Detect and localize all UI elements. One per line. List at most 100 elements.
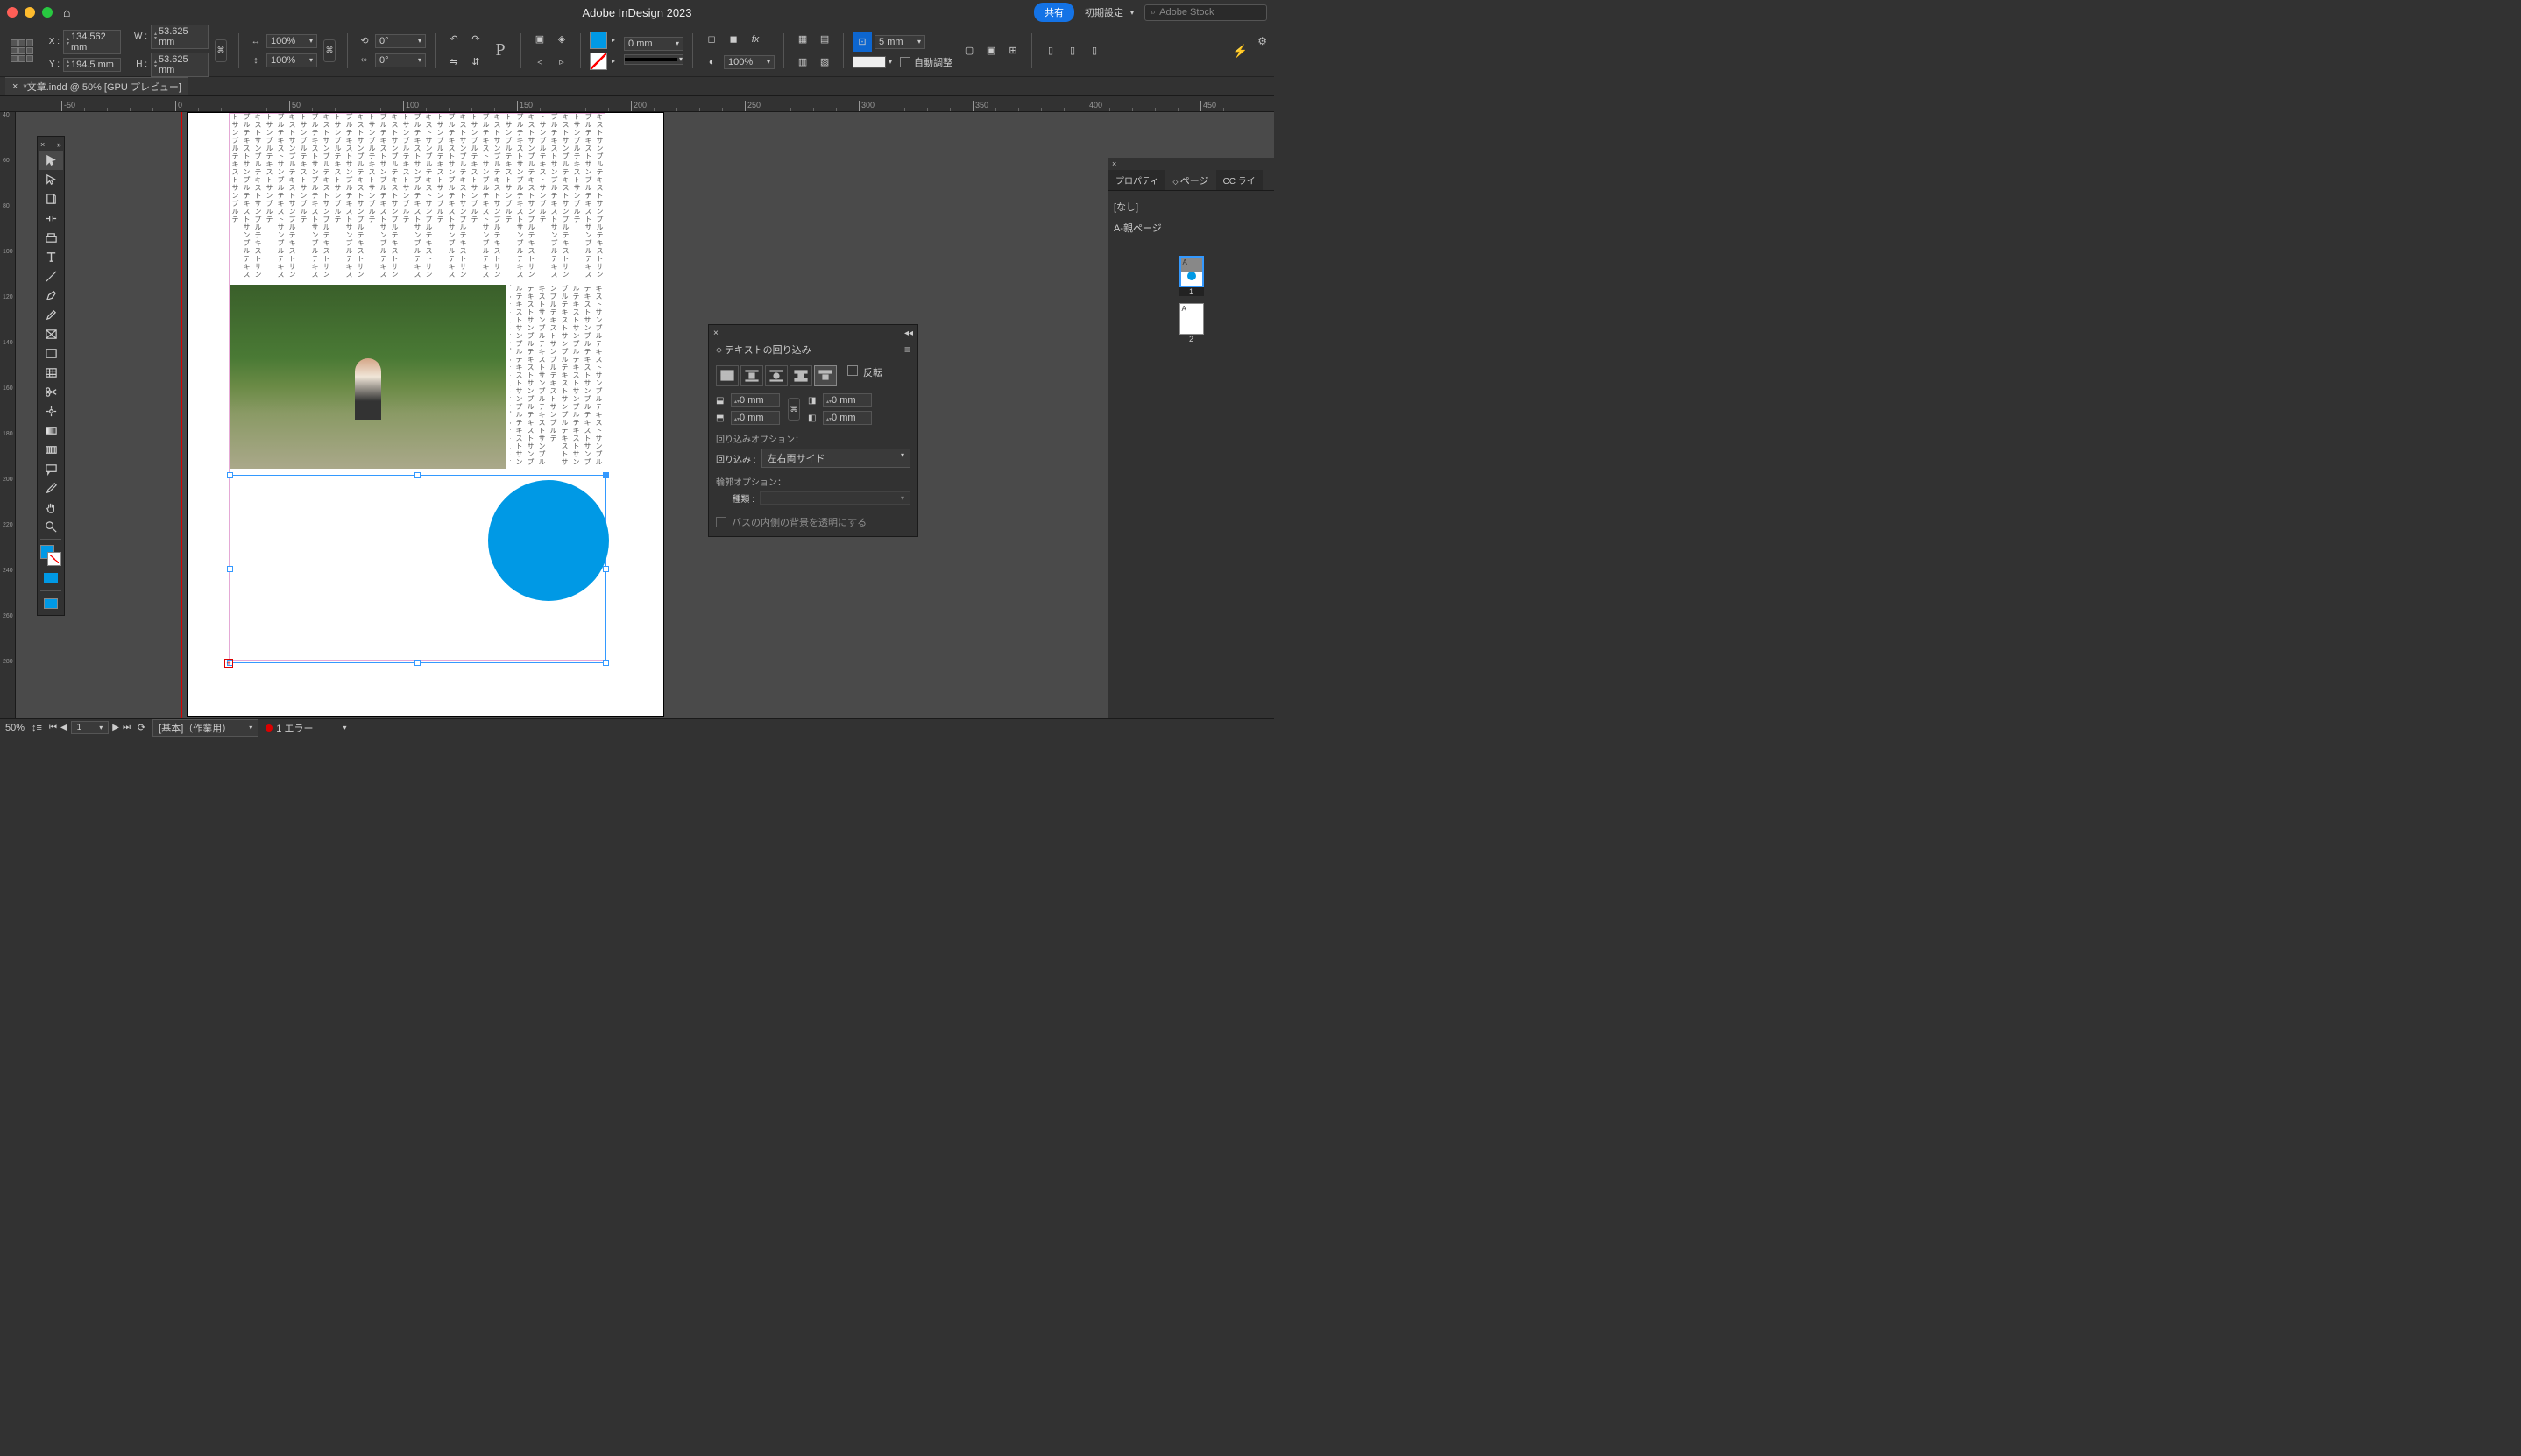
text-frame-top[interactable]: キストサンプルテキストサンプルテキストサンプルテキストサンプルテキストサンプルテ…	[230, 113, 605, 279]
ruler-horizontal[interactable]: -50050100150200250300350400450	[0, 96, 1274, 112]
fit-frame-icon[interactable]: ⊡	[853, 32, 872, 52]
selected-frame[interactable]	[230, 475, 606, 663]
handle-bc[interactable]	[414, 660, 421, 666]
apply-color[interactable]	[39, 569, 63, 588]
wrap-jump-ctrl-icon[interactable]: ▧	[815, 53, 834, 72]
align-h2-icon[interactable]: ▯	[1063, 41, 1082, 60]
close-panel-icon[interactable]: ×	[713, 329, 719, 338]
center-content-icon[interactable]: ⊞	[1003, 41, 1023, 60]
wrap-shape-ctrl-icon[interactable]: ▥	[793, 53, 812, 72]
flip-v-icon[interactable]: ⇵	[466, 53, 485, 72]
fit-frame2-icon[interactable]: ▣	[981, 41, 1001, 60]
overset-indicator[interactable]: +	[224, 659, 233, 668]
note-tool[interactable]	[39, 459, 63, 478]
fit-content-icon[interactable]: ▢	[960, 41, 979, 60]
eyedropper-tool[interactable]	[39, 478, 63, 498]
w-input[interactable]: ▴▾53.625 mm	[151, 25, 209, 49]
select-prev-icon[interactable]: ◃	[530, 53, 549, 72]
wrap-jump-next-button[interactable]	[814, 365, 837, 386]
table-tool[interactable]	[39, 363, 63, 382]
page-thumb-1[interactable]: A	[1179, 256, 1204, 287]
fill-stroke-control[interactable]	[39, 542, 63, 569]
rectangle-frame-tool[interactable]	[39, 324, 63, 343]
wrap-bbox-button[interactable]	[740, 365, 763, 386]
selection-tool[interactable]	[39, 151, 63, 170]
status-options-icon[interactable]: ↕≡	[32, 723, 42, 733]
select-content-icon[interactable]: ◈	[552, 30, 571, 49]
ruler-vertical[interactable]: 406080100120140160180200220240260280	[0, 112, 16, 718]
next-page-icon[interactable]: ▶	[112, 723, 119, 732]
rectangle-tool[interactable]	[39, 343, 63, 363]
page-tool[interactable]	[39, 189, 63, 209]
scale-x-input[interactable]: 100%▾	[266, 34, 317, 48]
open-icon[interactable]: ⟳	[138, 722, 145, 733]
shear-input[interactable]: 0°▾	[375, 53, 426, 67]
preflight-status[interactable]: 1 エラー▾	[266, 721, 346, 735]
preset-status[interactable]: [基本]（作業用）▾	[152, 719, 258, 737]
offset-bottom-input[interactable]: ▴▾0 mm	[731, 411, 780, 425]
clip-inside-checkbox[interactable]	[716, 517, 726, 527]
wrap-none-ctrl-icon[interactable]: ▦	[793, 30, 812, 49]
rotate-ccw-icon[interactable]: ↶	[444, 30, 464, 49]
gap-input[interactable]: 5 mm▾	[875, 35, 925, 49]
rotate-cw-icon[interactable]: ↷	[466, 30, 485, 49]
direct-selection-tool[interactable]	[39, 170, 63, 189]
wrap-none-button[interactable]	[716, 365, 739, 386]
handle-tr[interactable]	[603, 472, 609, 478]
select-container-icon[interactable]: ▣	[530, 30, 549, 49]
maximize-window[interactable]	[42, 7, 53, 18]
offset-right-input[interactable]: ▴▾0 mm	[823, 411, 872, 425]
a-master[interactable]: A-親ページ	[1114, 217, 1269, 238]
y-input[interactable]: ▴▾194.5 mm	[63, 58, 121, 72]
rotate-input[interactable]: 0°▾	[375, 34, 426, 48]
page-number-input[interactable]: 1▾	[71, 721, 110, 734]
x-input[interactable]: ▴▾134.562 mm	[63, 30, 121, 54]
image-frame[interactable]	[230, 285, 506, 469]
wrap-jump-button[interactable]	[790, 365, 812, 386]
share-button[interactable]: 共有	[1034, 3, 1074, 22]
autofit-checkbox[interactable]	[900, 57, 910, 67]
constrain-scale-icon[interactable]: ⌘	[323, 39, 336, 62]
stroke-style-input[interactable]: ▾	[624, 54, 683, 65]
offset-top-input[interactable]: ▴▾0 mm	[731, 393, 780, 407]
select-next-icon[interactable]: ▹	[552, 53, 571, 72]
stroke-weight-input[interactable]: 0 mm▾	[624, 37, 683, 51]
close-tab-icon[interactable]: ×	[12, 81, 18, 92]
type-tool[interactable]	[39, 247, 63, 266]
panel-menu-icon[interactable]: ≡	[904, 343, 910, 356]
page-thumb-2-wrap[interactable]: A 2	[1179, 303, 1204, 343]
collapse-panel-icon[interactable]: ◂◂	[904, 329, 913, 338]
control-settings-icon[interactable]: ⚙	[1257, 35, 1267, 47]
offset-left-input[interactable]: ▴▾0 mm	[823, 393, 872, 407]
constrain-wh-icon[interactable]: ⌘	[215, 39, 227, 62]
stroke-swatch[interactable]	[590, 53, 607, 70]
wrap-bbox-ctrl-icon[interactable]: ▤	[815, 30, 834, 49]
last-page-icon[interactable]: ⏭	[123, 723, 131, 732]
fill-swatch[interactable]	[590, 32, 607, 49]
pencil-tool[interactable]	[39, 305, 63, 324]
free-transform-tool[interactable]	[39, 401, 63, 421]
document-tab[interactable]: ×*文章.indd @ 50% [GPU プレビュー]	[5, 77, 188, 95]
line-tool[interactable]	[39, 266, 63, 286]
hand-tool[interactable]	[39, 498, 63, 517]
first-page-icon[interactable]: ⏮	[49, 723, 57, 732]
wrap-side-dropdown[interactable]: 左右両サイド▾	[761, 449, 910, 468]
page-thumb-1-wrap[interactable]: A 1	[1179, 256, 1204, 296]
corner-options-icon[interactable]: ◻	[702, 30, 721, 49]
close-pages-panel-icon[interactable]: ×	[1112, 159, 1116, 168]
none-master[interactable]: [なし]	[1114, 196, 1269, 217]
opacity-input[interactable]: 100%▾	[724, 55, 775, 69]
workspace-preset[interactable]: 初期設定▾	[1085, 5, 1134, 19]
gradient-swatch-tool[interactable]	[39, 421, 63, 440]
home-icon[interactable]: ⌂	[63, 5, 70, 19]
constrain-offset-icon[interactable]: ⌘	[788, 398, 800, 421]
scissors-tool[interactable]	[39, 382, 63, 401]
zoom-tool[interactable]	[39, 517, 63, 536]
wrap-shape-button[interactable]	[765, 365, 788, 386]
drop-shadow-icon[interactable]: ◼	[724, 30, 743, 49]
handle-tl[interactable]	[227, 472, 233, 478]
align-h3-icon[interactable]: ▯	[1085, 41, 1104, 60]
handle-tc[interactable]	[414, 472, 421, 478]
fx-icon[interactable]: fx	[746, 30, 765, 49]
zoom-level[interactable]: 50%	[5, 723, 25, 733]
